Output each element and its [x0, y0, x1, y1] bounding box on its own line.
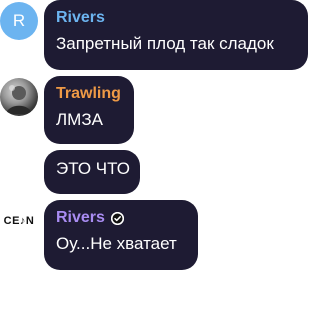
- message-text: Оу...Не хватает: [56, 234, 177, 253]
- sender-name[interactable]: Rivers: [56, 8, 298, 28]
- user-photo-icon: [6, 85, 32, 114]
- sender-line: Rivers: [56, 208, 188, 228]
- message-text: ЛМЗА: [56, 110, 103, 129]
- avatar-rivers-logo[interactable]: CE♪N: [0, 202, 38, 240]
- message-bubble[interactable]: ЭТО ЧТО: [44, 150, 140, 194]
- sender-name[interactable]: Rivers: [56, 208, 105, 228]
- avatar-logo-text: CE♪N: [3, 215, 35, 227]
- sender-name[interactable]: Trawling: [56, 84, 124, 104]
- message-bubble[interactable]: Rivers Запретный плод так сладок: [44, 0, 308, 70]
- message-bubble[interactable]: Trawling ЛМЗА: [44, 76, 134, 144]
- message-text: ЭТО ЧТО: [56, 159, 130, 178]
- message-text: Запретный плод так сладок: [56, 34, 274, 53]
- avatar-trawling[interactable]: [0, 78, 38, 116]
- avatar-initial: R: [12, 11, 26, 30]
- avatar-rivers[interactable]: R: [0, 2, 38, 40]
- verified-check-icon: [110, 211, 124, 225]
- message-bubble[interactable]: Rivers Оу...Не хватает: [44, 200, 198, 270]
